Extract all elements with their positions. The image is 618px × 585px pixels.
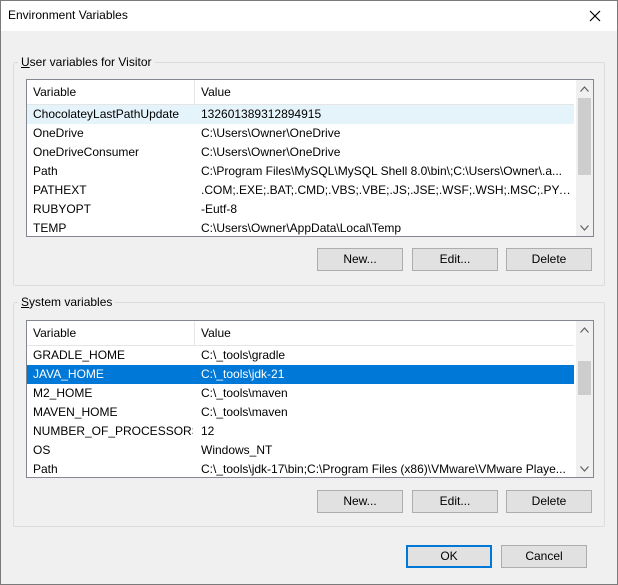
row-variable: ChocolateyLastPathUpdate	[33, 107, 180, 121]
row-variable: M2_HOME	[33, 386, 93, 400]
table-row[interactable]: PATHEXT .COM;.EXE;.BAT;.CMD;.VBS;.VBE;.JS…	[27, 181, 574, 200]
row-value: C:\_tools\maven	[201, 386, 288, 400]
table-row[interactable]: ChocolateyLastPathUpdate 1326013893128949…	[27, 105, 574, 124]
user-variables-list[interactable]: Variable Value ChocolateyLastPathUpdate 1…	[26, 79, 594, 237]
close-icon	[589, 10, 601, 21]
user-delete-button[interactable]: Delete	[506, 248, 592, 271]
table-row[interactable]: TEMP C:\Users\Owner\AppData\Local\Temp	[27, 219, 574, 236]
title-bar: Environment Variables	[0, 0, 618, 31]
system-edit-label: Edit...	[439, 494, 471, 508]
system-rows: GRADLE_HOME C:\_tools\gradle JAVA_HOME C:\…	[27, 346, 574, 477]
table-row[interactable]: OS Windows_NT	[27, 441, 574, 460]
row-variable: Path	[33, 164, 58, 178]
row-value: C:\Users\Owner\AppData\Local\Temp	[201, 221, 402, 235]
system-variables-label: System variables	[18, 295, 116, 309]
chevron-up-icon	[580, 326, 589, 333]
row-variable: OS	[33, 443, 51, 457]
system-delete-label: Delete	[531, 494, 567, 508]
system-label-u: S	[21, 295, 30, 309]
ok-label: OK	[440, 549, 458, 563]
user-label-u: U	[21, 55, 30, 69]
row-variable: GRADLE_HOME	[33, 348, 126, 362]
scroll-down-button[interactable]	[576, 460, 593, 477]
row-value: C:\Users\Owner\OneDrive	[201, 126, 341, 140]
row-value: C:\_tools\jdk-21	[201, 367, 285, 381]
table-row-selected[interactable]: JAVA_HOME C:\_tools\jdk-21	[27, 365, 574, 384]
row-variable: NUMBER_OF_PROCESSORS	[33, 424, 193, 438]
row-value: C:\_tools\jdk-17\bin;C:\Program Files (x…	[201, 462, 566, 476]
row-variable: Path	[33, 462, 58, 476]
table-row[interactable]: Path C:\Program Files\MySQL\MySQL Shell 8…	[27, 162, 574, 181]
window-title: Environment Variables	[8, 8, 128, 22]
scroll-up-button[interactable]	[576, 80, 593, 97]
system-list-header: Variable Value	[27, 321, 574, 346]
row-value: C:\_tools\maven	[201, 405, 288, 419]
system-list-scrollbar[interactable]	[576, 321, 593, 477]
table-row[interactable]: Path C:\_tools\jdk-17\bin;C:\Program File…	[27, 460, 574, 477]
user-list-scrollbar[interactable]	[576, 80, 593, 236]
row-variable: MAVEN_HOME	[33, 405, 118, 419]
scroll-up-button[interactable]	[576, 321, 593, 338]
table-row[interactable]: OneDriveConsumer C:\Users\Owner\OneDrive	[27, 143, 574, 162]
table-row[interactable]: M2_HOME C:\_tools\maven	[27, 384, 574, 403]
chevron-down-icon	[580, 465, 589, 472]
user-header-variable[interactable]: Variable	[27, 80, 195, 104]
table-row[interactable]: OneDrive C:\Users\Owner\OneDrive	[27, 124, 574, 143]
row-value: -Eutf-8	[201, 202, 238, 216]
user-edit-button[interactable]: Edit...	[412, 248, 498, 271]
table-row[interactable]: GRADLE_HOME C:\_tools\gradle	[27, 346, 574, 365]
scroll-thumb[interactable]	[578, 361, 591, 395]
row-value: C:\Users\Owner\OneDrive	[201, 145, 341, 159]
user-new-label: New...	[343, 252, 377, 266]
chevron-up-icon	[580, 85, 589, 92]
row-value: 12	[201, 424, 215, 438]
table-row[interactable]: RUBYOPT -Eutf-8	[27, 200, 574, 219]
system-header-value[interactable]: Value	[195, 321, 574, 345]
row-value: 132601389312894915	[201, 107, 322, 121]
chevron-down-icon	[580, 224, 589, 231]
user-delete-label: Delete	[531, 252, 567, 266]
table-row[interactable]: MAVEN_HOME C:\_tools\maven	[27, 403, 574, 422]
cancel-label: Cancel	[525, 549, 563, 563]
user-edit-label: Edit...	[439, 252, 471, 266]
user-label-rest: ser variables for Visitor	[29, 55, 152, 69]
row-value: Windows_NT	[201, 443, 273, 457]
row-variable: TEMP	[33, 221, 67, 235]
user-list-header: Variable Value	[27, 80, 574, 105]
user-new-button[interactable]: New...	[317, 248, 403, 271]
row-value: C:\_tools\gradle	[201, 348, 286, 362]
ok-button[interactable]: OK	[406, 545, 492, 568]
system-header-variable[interactable]: Variable	[27, 321, 195, 345]
system-new-label: New...	[343, 494, 377, 508]
table-row[interactable]: NUMBER_OF_PROCESSORS 12	[27, 422, 574, 441]
system-variables-list[interactable]: Variable Value GRADLE_HOME C:\_tools\grad…	[26, 320, 594, 478]
close-button[interactable]	[572, 0, 618, 31]
user-header-value[interactable]: Value	[195, 80, 574, 104]
row-variable: RUBYOPT	[33, 202, 92, 216]
row-value: C:\Program Files\MySQL\MySQL Shell 8.0\b…	[201, 164, 562, 178]
system-label-rest: ystem variables	[29, 295, 113, 309]
system-new-button[interactable]: New...	[317, 490, 403, 513]
row-variable: JAVA_HOME	[33, 367, 104, 381]
user-rows: ChocolateyLastPathUpdate 1326013893128949…	[27, 105, 574, 236]
scroll-down-button[interactable]	[576, 219, 593, 236]
row-value: .COM;.EXE;.BAT;.CMD;.VBS;.VBE;.JS;.JSE;.…	[201, 183, 571, 197]
row-variable: PATHEXT	[33, 183, 87, 197]
cancel-button[interactable]: Cancel	[501, 545, 587, 568]
scroll-thumb[interactable]	[578, 98, 591, 175]
row-variable: OneDrive	[33, 126, 84, 140]
user-variables-label: User variables for Visitor	[18, 55, 155, 69]
row-variable: OneDriveConsumer	[33, 145, 140, 159]
system-edit-button[interactable]: Edit...	[412, 490, 498, 513]
system-delete-button[interactable]: Delete	[506, 490, 592, 513]
